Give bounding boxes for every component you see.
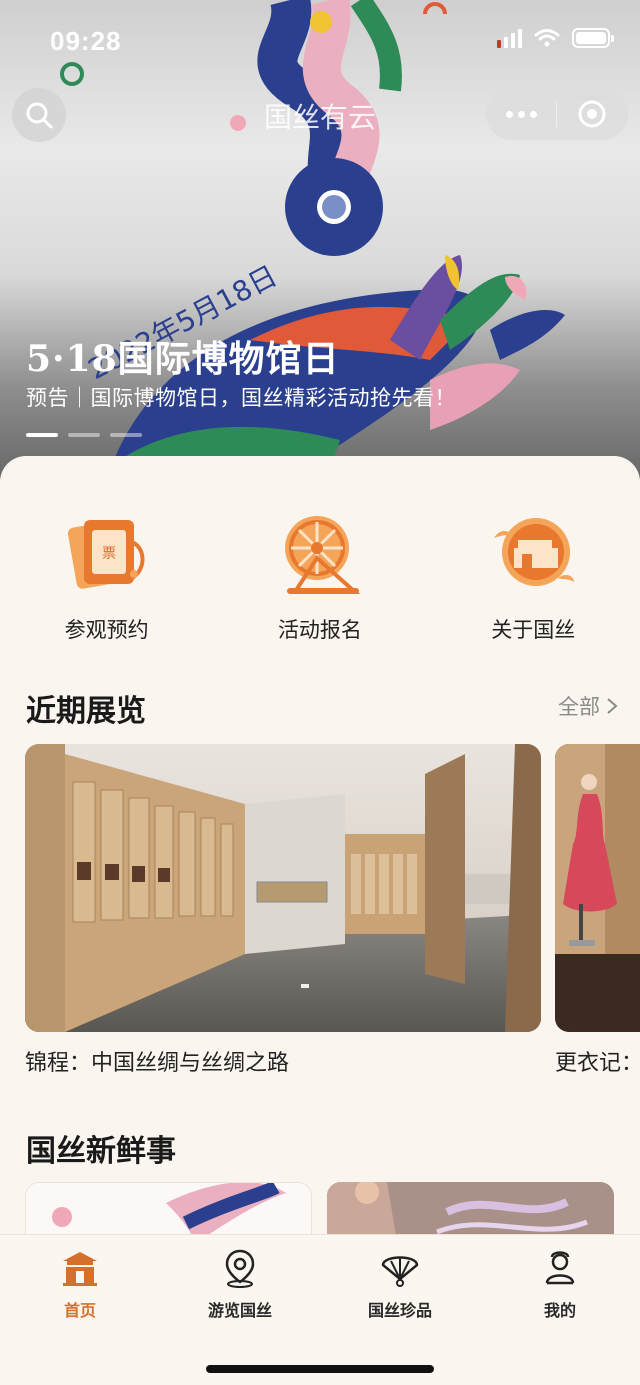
- exhibition-caption: 锦程：中国丝绸与丝绸之路: [25, 1051, 290, 1074]
- status-time: 09:28: [50, 26, 122, 56]
- quick-actions: 票 参观预约 活动报名 关于国丝: [0, 508, 640, 644]
- carousel-dot: [26, 433, 58, 437]
- quick-action-visit-booking[interactable]: 票 参观预约: [0, 508, 213, 644]
- spinning-wheel-icon: [284, 516, 361, 594]
- mini-program-capsule[interactable]: [486, 88, 628, 140]
- tab-label: 国丝珍品: [367, 1301, 432, 1320]
- quick-action-about[interactable]: 关于国丝: [427, 508, 640, 644]
- tab-label: 首页: [63, 1301, 96, 1320]
- location-pin-icon: [225, 1249, 255, 1288]
- svg-text:票: 票: [102, 546, 116, 562]
- signal-icon: [497, 28, 522, 48]
- quick-action-label: 关于国丝: [491, 618, 576, 642]
- exhibition-caption: 更衣记：: [555, 1051, 640, 1074]
- quick-action-label: 活动报名: [277, 618, 362, 642]
- tab-label: 游览国丝: [207, 1301, 272, 1320]
- exhibition-carousel[interactable]: 锦程：中国丝绸与丝绸之路 更衣记：: [25, 744, 640, 1074]
- tab-home[interactable]: 首页: [0, 1235, 160, 1327]
- chevron-right-icon: [607, 698, 618, 714]
- hero-banner[interactable]: 2022年5月18日 09:28 国丝有云 5·18国际博物馆日 预告｜国际博物…: [0, 0, 640, 500]
- home-indicator[interactable]: [206, 1365, 434, 1373]
- wifi-icon: [534, 29, 560, 47]
- hero-illustration: 2022年5月18日: [60, 0, 565, 500]
- battery-icon: [572, 28, 614, 48]
- exhibition-photo: [25, 744, 541, 1032]
- content-sheet: 票 参观预约 活动报名 关于国丝 近期展览 全部 锦程：中国丝绸与丝绸之路 更衣…: [0, 456, 640, 1262]
- tab-treasures[interactable]: 国丝珍品: [320, 1235, 480, 1327]
- hero-title: 5·18国际博物馆日: [26, 338, 340, 380]
- view-all-label: 全部: [558, 695, 600, 719]
- exhibition-card[interactable]: 锦程：中国丝绸与丝绸之路: [25, 744, 541, 1074]
- quick-action-event-signup[interactable]: 活动报名: [213, 508, 426, 644]
- section-title-exhibitions: 近期展览: [26, 694, 146, 729]
- tab-tour[interactable]: 游览国丝: [160, 1235, 320, 1327]
- more-dots-icon[interactable]: [486, 110, 556, 118]
- section-title-news: 国丝新鲜事: [26, 1134, 176, 1169]
- exhibition-photo: [555, 744, 640, 1032]
- carousel-indicator: [26, 433, 142, 437]
- bottom-tab-bar: 首页 游览国丝 国丝珍品 我的: [0, 1234, 640, 1385]
- ticket-icon: 票: [67, 520, 145, 589]
- quick-action-label: 参观预约: [64, 618, 149, 642]
- carousel-dot: [68, 433, 100, 437]
- home-gate-icon: [63, 1252, 97, 1286]
- person-icon: [545, 1251, 575, 1285]
- tab-label: 我的: [543, 1301, 576, 1320]
- view-all-link[interactable]: 全部: [558, 691, 618, 721]
- hero-subtitle: 预告｜国际博物馆日，国丝精彩活动抢先看！: [26, 386, 456, 410]
- museum-building-icon: [494, 518, 575, 586]
- exhibition-card[interactable]: 更衣记：: [555, 744, 640, 1074]
- folding-fan-icon: [381, 1256, 419, 1287]
- target-icon[interactable]: [557, 99, 627, 129]
- status-icons: [497, 28, 614, 48]
- carousel-dot: [110, 433, 142, 437]
- tab-profile[interactable]: 我的: [480, 1235, 640, 1327]
